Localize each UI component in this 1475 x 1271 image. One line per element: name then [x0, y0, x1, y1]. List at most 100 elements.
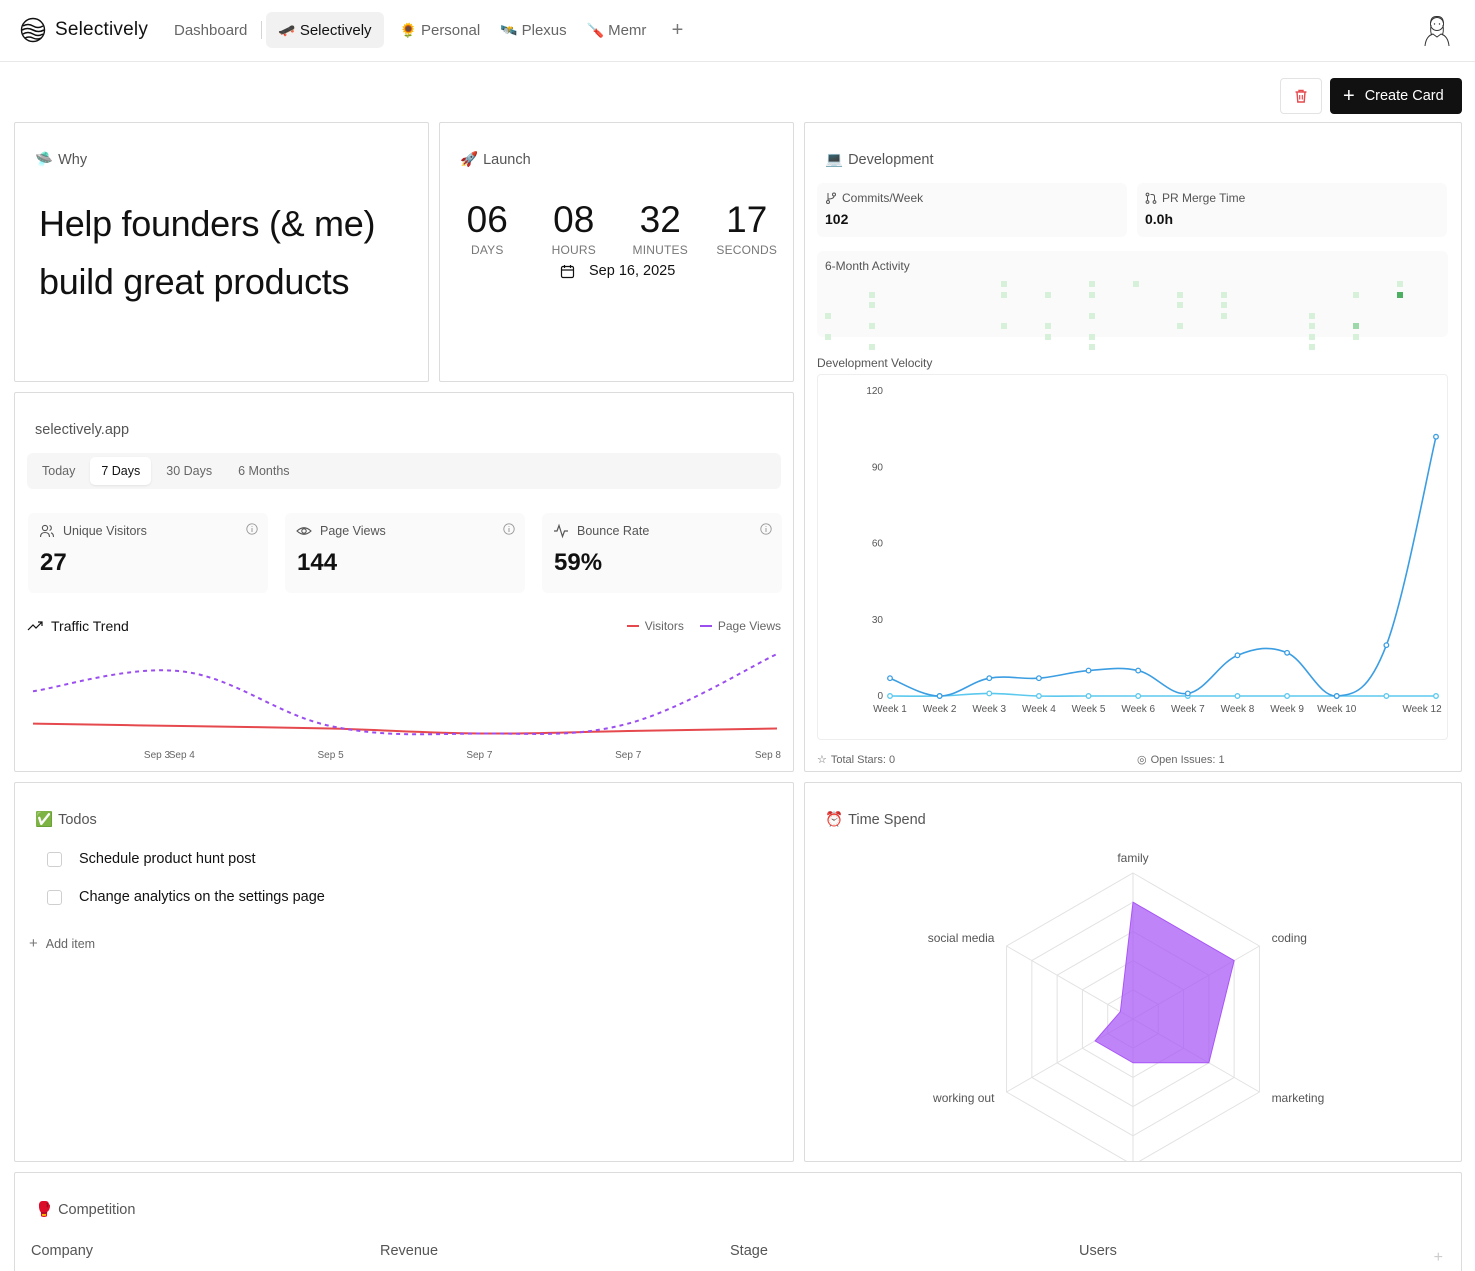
velocity-point[interactable] — [1135, 693, 1142, 699]
heatmap-cell[interactable] — [1089, 312, 1095, 319]
stat-label: Unique Visitors — [63, 524, 147, 538]
legend-swatch — [699, 625, 712, 627]
heatmap-cell[interactable] — [1089, 333, 1095, 340]
velocity-point[interactable] — [1035, 675, 1042, 682]
tab-divider — [261, 21, 263, 39]
range-7-days[interactable]: 7 Days — [90, 457, 152, 485]
avatar[interactable] — [1421, 13, 1453, 47]
column-header-company[interactable]: Company — [31, 1243, 93, 1259]
heatmap-cell[interactable] — [1089, 291, 1095, 298]
column-header-users[interactable]: Users — [1079, 1243, 1117, 1259]
velocity-point[interactable] — [936, 693, 943, 699]
velocity-point[interactable] — [887, 675, 893, 682]
heatmap-cell[interactable] — [1089, 344, 1095, 350]
heatmap-cell[interactable] — [825, 312, 831, 319]
velocity-point[interactable] — [1284, 693, 1291, 699]
heatmap-cell[interactable] — [1133, 281, 1139, 287]
todo-checkbox[interactable] — [47, 889, 62, 905]
heatmap-cell[interactable] — [1045, 333, 1051, 340]
velocity-point[interactable] — [986, 690, 993, 697]
legend-page-views[interactable]: Page Views — [699, 619, 781, 633]
velocity-point[interactable] — [1284, 649, 1291, 656]
column-header-revenue[interactable]: Revenue — [380, 1243, 438, 1259]
y-tick-label: 90 — [872, 462, 884, 473]
info-icon[interactable] — [246, 523, 258, 535]
heatmap-cell[interactable] — [1353, 333, 1359, 340]
heatmap-cell[interactable] — [1309, 323, 1315, 329]
range-30-days[interactable]: 30 Days — [155, 457, 223, 485]
heatmap-cell[interactable] — [1177, 302, 1183, 308]
velocity-point[interactable] — [1085, 693, 1092, 699]
velocity-point[interactable] — [1234, 693, 1241, 699]
velocity-point[interactable] — [1433, 693, 1439, 699]
range-6-months[interactable]: 6 Months — [227, 457, 300, 485]
radar-axis-label: family — [1117, 851, 1149, 865]
add-item-button[interactable]: + Add item — [29, 935, 95, 952]
heatmap-cell[interactable] — [1221, 291, 1227, 298]
todo-text[interactable]: Change analytics on the settings page — [79, 889, 325, 905]
create-card-button[interactable]: + Create Card — [1330, 78, 1462, 114]
velocity-point[interactable] — [1184, 690, 1191, 697]
heatmap-cell[interactable] — [1397, 291, 1403, 298]
velocity-point[interactable] — [1234, 652, 1241, 659]
heatmap-cell[interactable] — [1045, 291, 1051, 298]
heatmap-cell[interactable] — [1353, 291, 1359, 298]
radar-area[interactable] — [1094, 901, 1235, 1064]
todo-checkbox[interactable] — [47, 851, 62, 867]
x-tick-label: Sep 7 — [466, 750, 493, 761]
column-header-stage[interactable]: Stage — [730, 1243, 768, 1259]
range-today[interactable]: Today — [31, 457, 86, 485]
tab-plexus[interactable]: 🛰️ Plexus — [490, 12, 576, 48]
heatmap-cell[interactable] — [1177, 323, 1183, 329]
velocity-point[interactable] — [1383, 693, 1390, 699]
info-icon[interactable] — [760, 523, 772, 535]
heatmap-cell[interactable] — [1309, 344, 1315, 350]
traffic-trend-header: Traffic Trend — [27, 618, 129, 634]
heatmap-cell[interactable] — [869, 344, 875, 350]
heatmap-cell[interactable] — [1353, 323, 1359, 329]
tab-dashboard[interactable]: Dashboard — [164, 12, 257, 48]
check-icon: ✅ — [35, 812, 54, 828]
velocity-point[interactable] — [1135, 667, 1142, 674]
card-title: 💻 Development — [825, 151, 934, 169]
open-issues-text: Open Issues: 1 — [1150, 753, 1225, 766]
heatmap-cell[interactable] — [1221, 312, 1227, 319]
heatmap-cell[interactable] — [1089, 281, 1095, 287]
velocity-point[interactable] — [887, 693, 893, 699]
heatmap-cell[interactable] — [1045, 323, 1051, 329]
heatmap-cell[interactable] — [1177, 291, 1183, 298]
tab-personal[interactable]: 🌻 Personal — [390, 12, 491, 48]
heatmap-cell[interactable] — [869, 291, 875, 298]
launch-date[interactable]: Sep 16, 2025 — [560, 263, 675, 279]
heatmap-cell[interactable] — [1309, 333, 1315, 340]
velocity-point[interactable] — [1383, 642, 1390, 649]
velocity-point[interactable] — [1085, 667, 1092, 674]
tab-memr[interactable]: 🪛 Memr — [577, 12, 657, 48]
delete-button[interactable] — [1280, 78, 1322, 114]
heatmap-cell[interactable] — [1001, 291, 1007, 298]
velocity-point[interactable] — [1433, 433, 1439, 440]
velocity-point[interactable] — [986, 675, 993, 682]
heatmap-cell[interactable] — [869, 302, 875, 308]
stat-value: 59% — [554, 549, 603, 576]
heatmap-cell[interactable] — [825, 333, 831, 340]
heatmap-cell[interactable] — [1221, 302, 1227, 308]
heatmap-cell[interactable] — [1001, 323, 1007, 329]
heatmap-cell[interactable] — [869, 323, 875, 329]
tab-selectively[interactable]: 🛹 Selectively — [266, 12, 384, 48]
heatmap-cell[interactable] — [1309, 312, 1315, 319]
brand[interactable]: Selectively — [20, 16, 148, 44]
velocity-chart: 0 30 60 90 120 Week 1 Week 2 Week 3 Week 4 Week 5… — [866, 386, 1442, 715]
velocity-point[interactable] — [1035, 693, 1042, 699]
todo-text[interactable]: Schedule product hunt post — [79, 851, 256, 867]
add-tab-button[interactable]: + — [662, 12, 692, 48]
stat-value: 144 — [297, 549, 338, 576]
info-icon[interactable] — [503, 523, 515, 535]
card-title: 🥊 Competition — [35, 1201, 135, 1219]
add-column-button[interactable]: + — [1434, 1249, 1443, 1267]
heatmap-cell[interactable] — [1397, 281, 1403, 287]
heatmap-cell[interactable] — [1001, 281, 1007, 287]
stat-page-views: Page Views 144 — [285, 513, 525, 593]
legend-visitors[interactable]: Visitors — [626, 619, 684, 633]
velocity-point[interactable] — [1333, 693, 1340, 699]
